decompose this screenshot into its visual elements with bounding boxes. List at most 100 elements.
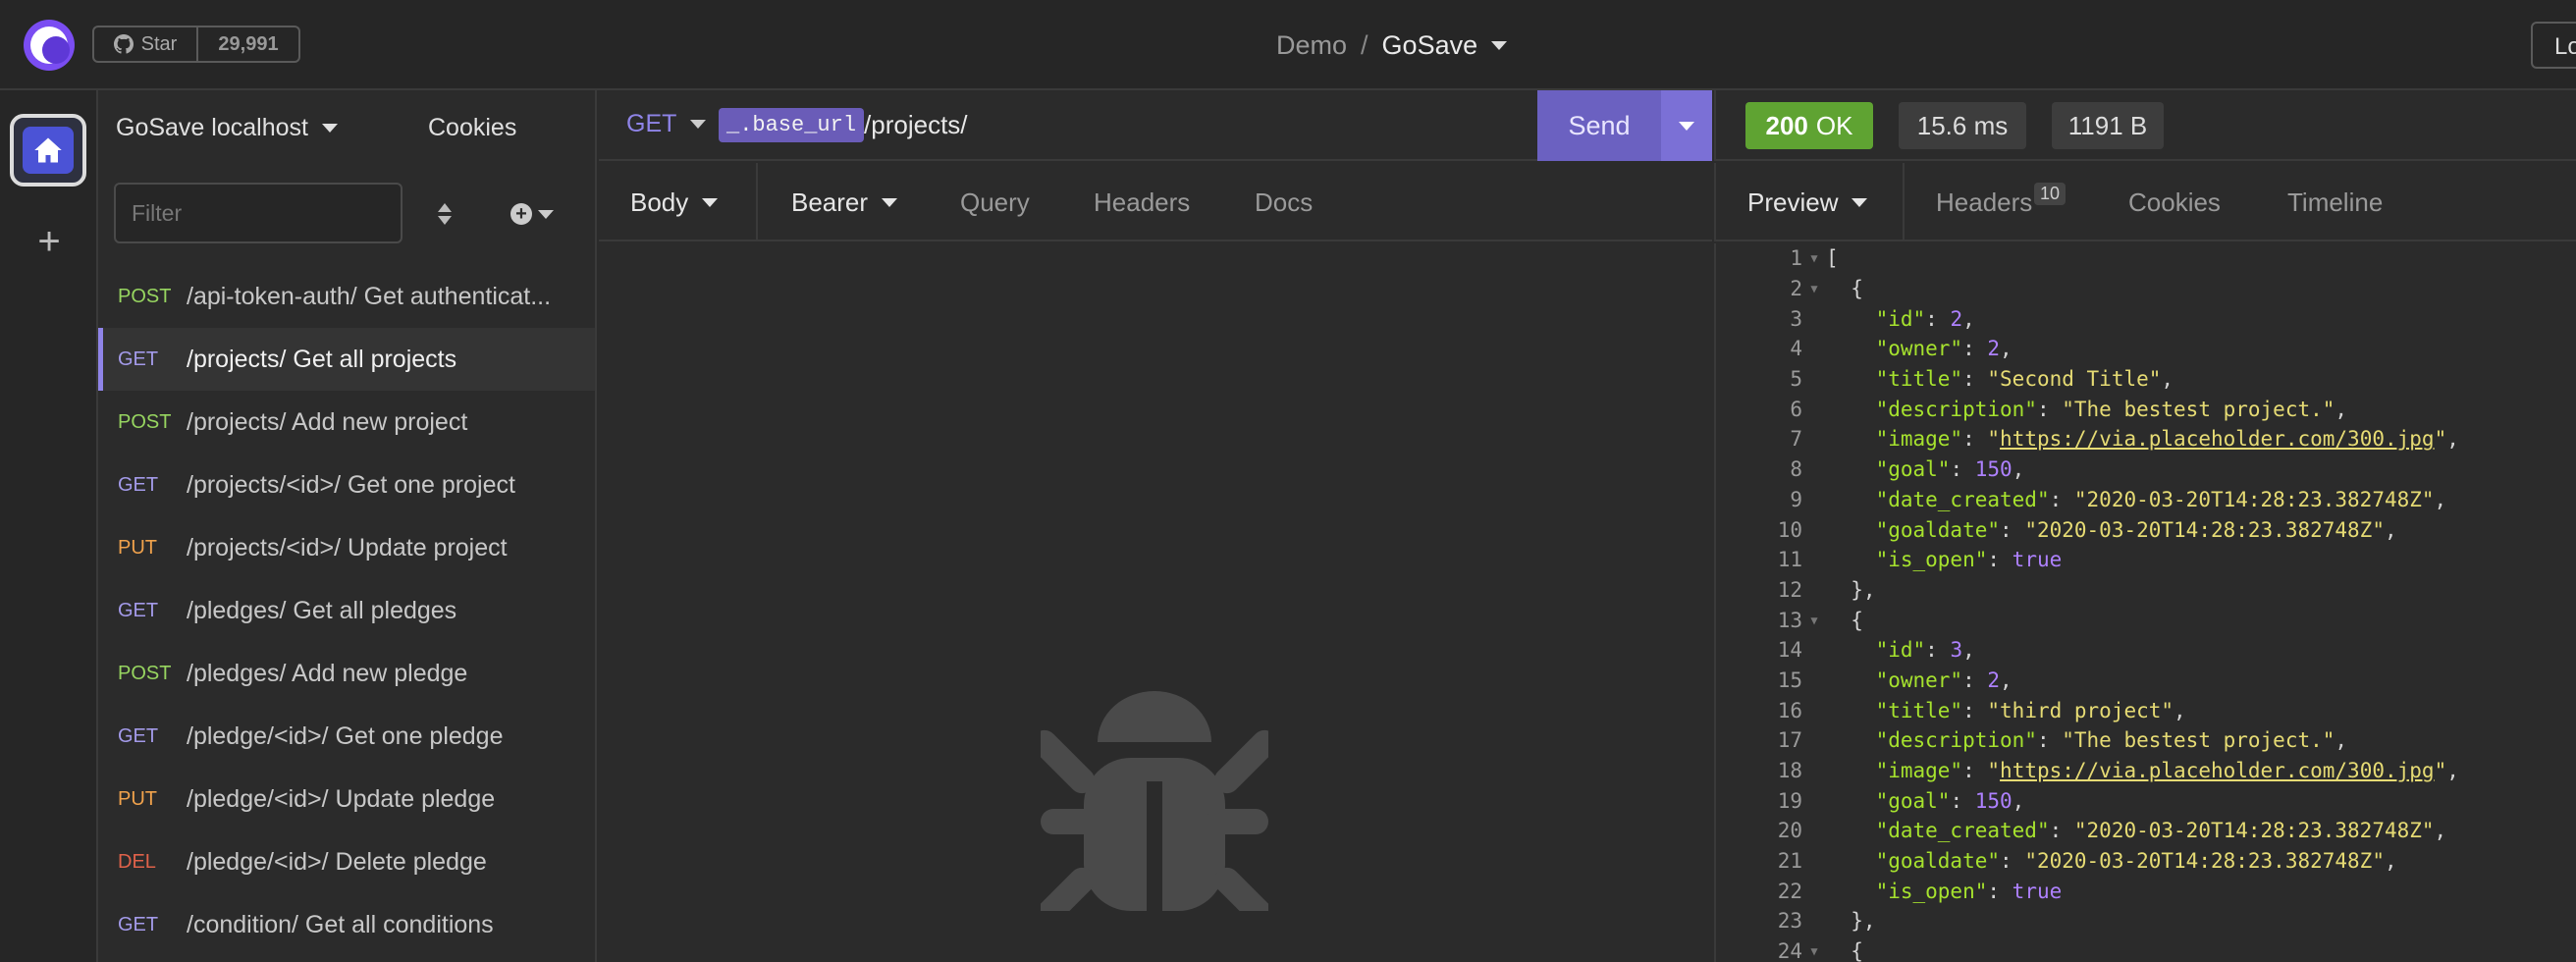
sidebar-request-item[interactable]: GET/pledges/ Get all pledges — [98, 579, 595, 642]
request-method-label: POST — [118, 662, 172, 684]
tab-response-cookies[interactable]: Cookies — [2128, 163, 2221, 241]
code-token: "date_created" — [1875, 819, 2050, 843]
code-token: , — [1962, 306, 1975, 331]
request-tabs: Body Bearer Query Headers Docs — [599, 163, 1712, 241]
headers-count-badge: 10 — [2034, 183, 2066, 205]
fold-chevron-icon[interactable]: ▼ — [1802, 944, 1826, 958]
code-text: }, — [1826, 578, 1875, 602]
code-token: }, — [1826, 909, 1876, 934]
cookies-button[interactable]: Cookies — [428, 114, 516, 142]
sidebar-request-item[interactable]: PUT/pledge/<id>/ Update pledge — [98, 768, 595, 830]
sidebar-request-item[interactable]: GET/pledge/<id>/ Get one pledge — [98, 705, 595, 768]
code-token: "description" — [1875, 397, 2037, 421]
sidebar-request-item[interactable]: GET/projects/<id>/ Get one project — [98, 454, 595, 516]
line-number: 4 — [1790, 337, 1802, 361]
breadcrumb-project[interactable]: GoSave — [1382, 30, 1478, 61]
env-variable-tag[interactable]: _.base_url — [719, 108, 865, 142]
code-text: "description": "The bestest project.", — [1826, 728, 2347, 752]
sidebar-request-item[interactable]: POST/pledges/ Add new pledge — [98, 642, 595, 705]
home-button[interactable] — [10, 114, 86, 187]
send-options-button[interactable] — [1661, 90, 1712, 161]
sidebar-request-item[interactable]: GET/condition/ Get all conditions — [98, 893, 595, 956]
breadcrumb-workspace[interactable]: Demo — [1276, 30, 1347, 61]
line-number: 10 — [1777, 517, 1802, 542]
code-text: "image": "https://via.placeholder.com/30… — [1826, 759, 2459, 782]
line-number: 5 — [1790, 367, 1802, 392]
code-text: "id": 2, — [1826, 307, 1975, 331]
add-workspace-plus-icon[interactable]: + — [26, 218, 73, 265]
line-number: 15 — [1777, 668, 1802, 692]
request-name: /api-token-auth/ Get authenticat... — [187, 282, 552, 310]
line-number: 12 — [1777, 577, 1802, 602]
code-token: 2 — [1987, 668, 2001, 692]
tab-response-headers[interactable]: Headers — [1936, 163, 2032, 241]
tab-query[interactable]: Query — [960, 163, 1030, 241]
login-button[interactable]: Lo — [2531, 22, 2576, 69]
code-text: "is_open": true — [1826, 548, 2063, 571]
code-token: "date_created" — [1875, 487, 2050, 511]
sidebar-request-item[interactable]: POST/api-token-auth/ Get authenticat... — [98, 265, 595, 328]
code-token: , — [2334, 728, 2348, 753]
environment-selector[interactable]: GoSave localhost — [116, 114, 338, 142]
url-input[interactable]: _.base_url /projects/ — [719, 108, 968, 142]
code-line: 9 "date_created": "2020-03-20T14:28:23.3… — [1716, 485, 2576, 515]
tab-docs[interactable]: Docs — [1255, 163, 1313, 241]
tab-headers[interactable]: Headers — [1094, 163, 1190, 241]
tab-auth[interactable]: Bearer — [791, 163, 898, 241]
tab-preview[interactable]: Preview — [1747, 163, 1868, 241]
code-line: 11 "is_open": true — [1716, 545, 2576, 575]
fold-chevron-icon[interactable]: ▼ — [1802, 251, 1826, 265]
send-button[interactable]: Send — [1537, 90, 1661, 161]
code-token: : — [2036, 728, 2063, 753]
code-token: : — [1962, 698, 1988, 722]
sidebar-request-item[interactable]: GET/projects/ Get all projects — [98, 328, 595, 391]
sidebar-request-item[interactable]: PUT/projects/<id>/ Update project — [98, 516, 595, 579]
line-number: 1 — [1790, 246, 1802, 271]
line-number: 20 — [1777, 819, 1802, 843]
method-selector[interactable]: GET — [626, 110, 707, 138]
code-token: , — [1962, 638, 1975, 663]
body-chevron-down-icon — [702, 197, 719, 207]
code-token: : — [1962, 759, 1988, 783]
code-token: { — [1826, 608, 1863, 632]
github-icon — [113, 34, 134, 54]
url-link[interactable]: https://via.placeholder.com/300.jpg — [2000, 427, 2435, 451]
request-name: /condition/ Get all conditions — [187, 910, 494, 938]
code-token: "goal" — [1875, 788, 1951, 813]
line-number: 8 — [1790, 457, 1802, 482]
url-link[interactable]: https://via.placeholder.com/300.jpg — [2000, 759, 2435, 782]
tab-timeline[interactable]: Timeline — [2287, 163, 2383, 241]
fold-chevron-icon[interactable]: ▼ — [1802, 614, 1826, 627]
github-star[interactable]: Star — [94, 27, 198, 61]
add-chevron-down-icon — [538, 209, 554, 219]
code-token: true — [2012, 879, 2063, 903]
tab-body-label: Body — [630, 187, 689, 217]
send-chevron-down-icon — [1679, 121, 1694, 131]
fold-chevron-icon[interactable]: ▼ — [1802, 282, 1826, 295]
code-token: , — [2384, 517, 2397, 542]
code-token: : — [1987, 879, 2012, 903]
line-number: 7 — [1790, 427, 1802, 452]
tab-body[interactable]: Body — [630, 163, 719, 241]
request-method-label: DEL — [118, 850, 156, 873]
sidebar-request-item[interactable]: POST/projects/ Add new project — [98, 391, 595, 454]
star-count[interactable]: 29,991 — [198, 27, 298, 61]
app-logo-icon[interactable] — [24, 20, 75, 71]
code-text: "image": "https://via.placeholder.com/30… — [1826, 427, 2459, 451]
request-method-label: GET — [118, 347, 159, 370]
github-star-button[interactable]: Star 29,991 — [92, 26, 300, 63]
response-preview-code[interactable]: 1 ▼[2 ▼ {3 "id": 2, 4 "owner": 2, 5 "title":… — [1714, 243, 2576, 962]
line-number: 24 — [1777, 939, 1802, 962]
project-dropdown-chevron-icon[interactable] — [1491, 40, 1508, 50]
code-line: 16 "title": "third project", — [1716, 695, 2576, 725]
add-request-button[interactable]: + — [510, 200, 565, 228]
code-line: 6 "description": "The bestest project.", — [1716, 394, 2576, 424]
code-line: 7 "image": "https://via.placeholder.com/… — [1716, 424, 2576, 454]
sidebar-request-item[interactable]: DEL/pledge/<id>/ Delete pledge — [98, 830, 595, 893]
filter-input[interactable] — [114, 183, 402, 243]
sort-icon[interactable] — [430, 196, 459, 232]
request-name: /projects/ Add new project — [187, 407, 468, 436]
